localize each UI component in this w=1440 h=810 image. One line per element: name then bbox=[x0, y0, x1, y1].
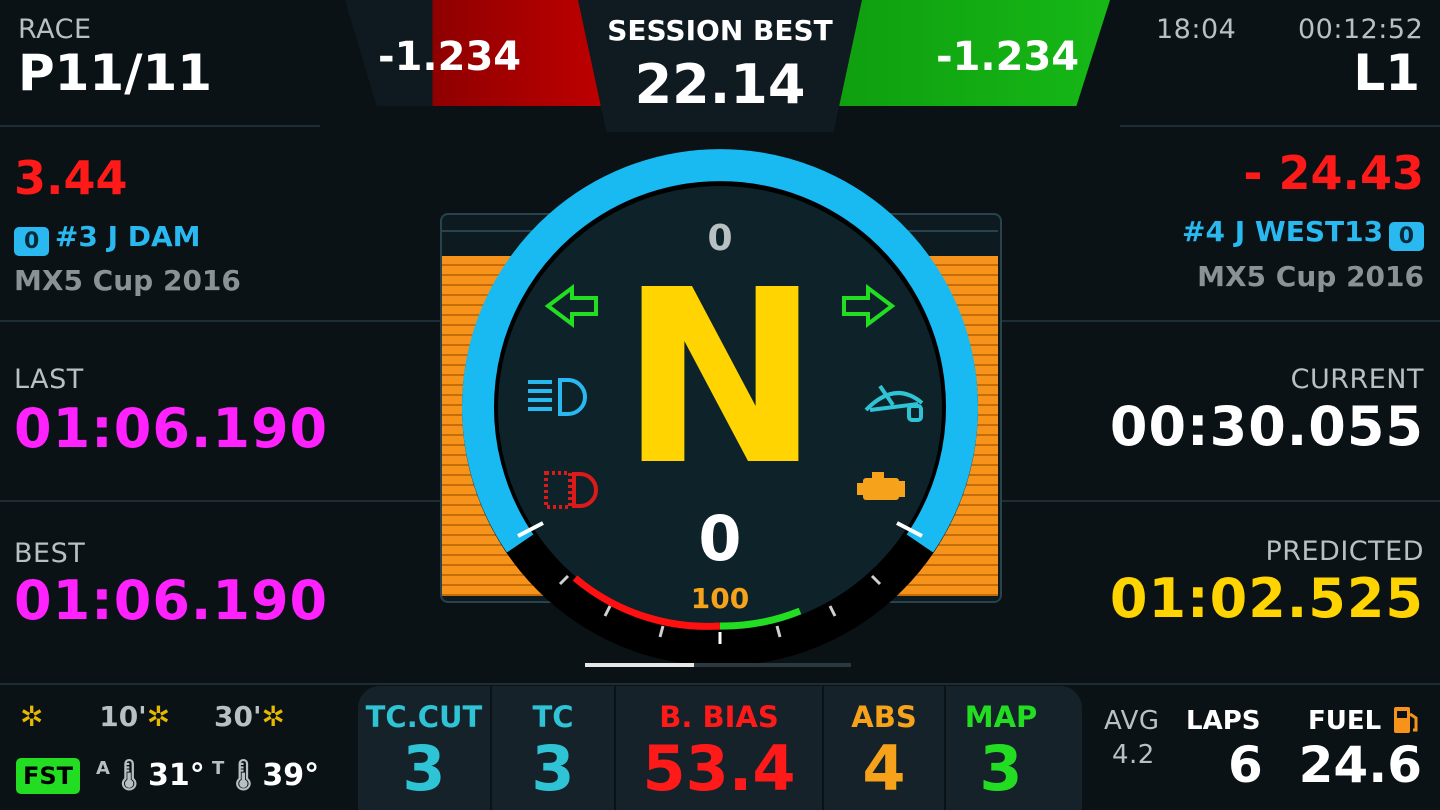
divider bbox=[0, 125, 320, 127]
divider bbox=[1120, 125, 1440, 127]
air-temperature: 31° bbox=[148, 758, 205, 793]
fuel-pump-icon bbox=[1394, 707, 1418, 733]
track-temperature: 39° bbox=[262, 758, 320, 793]
avg-value: 4.2 bbox=[1112, 740, 1155, 770]
gap-behind: - 24.43 bbox=[1243, 146, 1424, 200]
grip-badge: FST bbox=[16, 758, 80, 794]
last-label: LAST bbox=[14, 364, 84, 395]
weather-10-label: 10' bbox=[99, 700, 147, 733]
setting-value: 3 bbox=[979, 732, 1023, 805]
setting-value: 3 bbox=[402, 732, 446, 805]
thermometer-icon: 🌡 bbox=[109, 758, 149, 793]
delta-left: -1.234 bbox=[378, 34, 522, 80]
ahead-car: MX5 Cup 2016 bbox=[14, 264, 241, 297]
predicted-lap-time: 01:02.525 bbox=[1109, 567, 1424, 630]
setting-label: TC bbox=[532, 700, 574, 734]
laps-value: 6 bbox=[1228, 736, 1263, 794]
divider bbox=[1000, 500, 1440, 502]
best-label: BEST bbox=[14, 538, 86, 569]
lap-number: L1 bbox=[1353, 44, 1420, 102]
gear-indicator: N bbox=[619, 238, 821, 518]
last-lap-time: 01:06.190 bbox=[14, 397, 329, 460]
race-position: P11/11 bbox=[18, 44, 213, 102]
setting-value: 4 bbox=[862, 732, 906, 805]
laps-label: LAPS bbox=[1186, 706, 1261, 736]
thermometer-icon: 🌡 bbox=[224, 758, 263, 793]
lap-progress-fill bbox=[585, 663, 695, 667]
behind-driver: #4 J WEST13 bbox=[1182, 215, 1384, 248]
setting-value: 3 bbox=[531, 732, 575, 805]
setting-label: TC.CUT bbox=[365, 700, 483, 734]
throttle-value: 100 bbox=[690, 582, 750, 615]
session-time: 00:12:52 bbox=[1298, 14, 1424, 45]
session-best-value: 22.14 bbox=[634, 53, 806, 116]
setting-tc[interactable]: TC 3 bbox=[492, 700, 614, 800]
setting-tc-cut[interactable]: TC.CUT 3 bbox=[358, 700, 490, 800]
ahead-badge: 0 bbox=[14, 227, 50, 256]
time-of-day: 18:04 bbox=[1156, 14, 1237, 45]
air-prefix: A bbox=[96, 758, 110, 779]
divider bbox=[0, 320, 440, 322]
best-lap-time: 01:06.190 bbox=[14, 569, 329, 632]
behind-driver-row: #4 J WEST13 0 bbox=[1182, 215, 1424, 251]
avg-label: AVG bbox=[1104, 706, 1160, 736]
behind-badge: 0 bbox=[1388, 222, 1424, 251]
setting-abs[interactable]: ABS 4 bbox=[824, 700, 944, 800]
gap-ahead: 3.44 bbox=[14, 151, 128, 205]
air-temp-row: A🌡31° bbox=[96, 758, 205, 793]
predicted-label: PREDICTED bbox=[1265, 536, 1424, 567]
divider bbox=[0, 500, 440, 502]
setting-brake-bias[interactable]: B. BIAS 53.4 bbox=[616, 700, 822, 800]
sun-icon: ✲ bbox=[20, 700, 44, 733]
ahead-driver: #3 J DAM bbox=[54, 220, 201, 253]
sun-icon: ✲ bbox=[146, 700, 171, 733]
current-label: CURRENT bbox=[1290, 364, 1424, 395]
setting-value: 53.4 bbox=[642, 732, 796, 805]
behind-car: MX5 Cup 2016 bbox=[1197, 260, 1424, 293]
weather-30-label: 30' bbox=[213, 700, 262, 733]
session-best-label: SESSION BEST bbox=[607, 14, 833, 47]
divider bbox=[0, 683, 1440, 685]
race-label: RACE bbox=[18, 14, 92, 45]
setting-map[interactable]: MAP 3 bbox=[946, 700, 1056, 800]
delta-right: -1.234 bbox=[936, 34, 1080, 80]
track-temp-row: T🌡39° bbox=[212, 758, 319, 793]
divider bbox=[1000, 320, 1440, 322]
fuel-label: FUEL bbox=[1308, 706, 1382, 736]
lap-progress-track bbox=[585, 663, 851, 667]
fuel-value: 24.6 bbox=[1298, 736, 1422, 794]
ahead-driver-row: 0 #3 J DAM bbox=[14, 220, 201, 256]
speed-value: 0 bbox=[698, 502, 742, 575]
weather-row: ✲ 10'✲ 30'✲ bbox=[20, 700, 285, 733]
current-lap-time: 00:30.055 bbox=[1109, 395, 1424, 458]
sun-icon: ✲ bbox=[261, 700, 285, 733]
setting-label: MAP bbox=[964, 700, 1038, 734]
setting-label: ABS bbox=[851, 700, 917, 734]
track-prefix: T bbox=[212, 758, 225, 779]
setting-label: B. BIAS bbox=[659, 700, 779, 734]
